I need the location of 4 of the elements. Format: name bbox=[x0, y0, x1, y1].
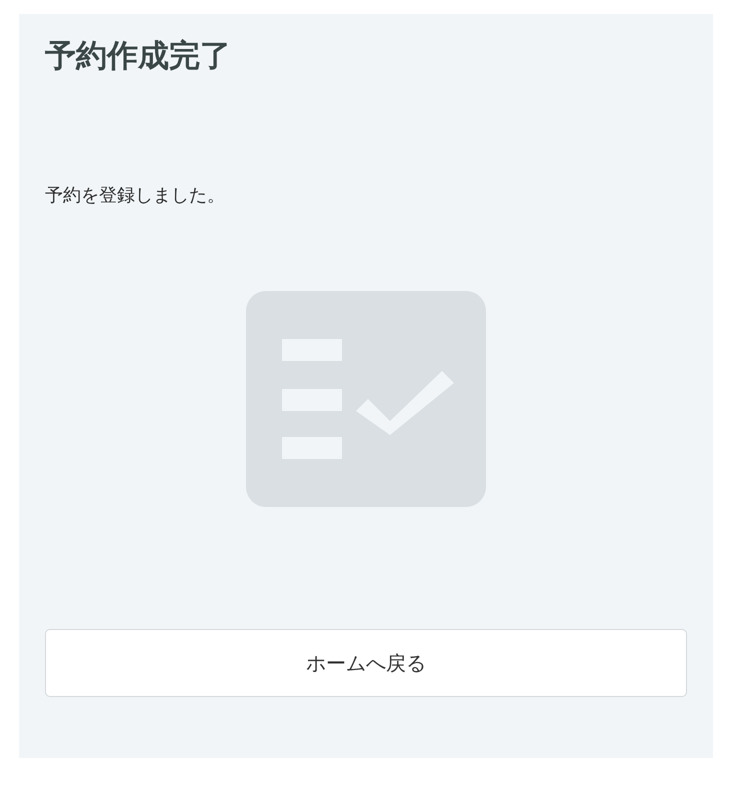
page-title: 予約作成完了 bbox=[45, 37, 232, 76]
home-button[interactable]: ホームへ戻る bbox=[45, 629, 687, 698]
confirmation-message: 予約を登録しました。 bbox=[45, 184, 226, 208]
checklist-icon bbox=[246, 291, 486, 508]
